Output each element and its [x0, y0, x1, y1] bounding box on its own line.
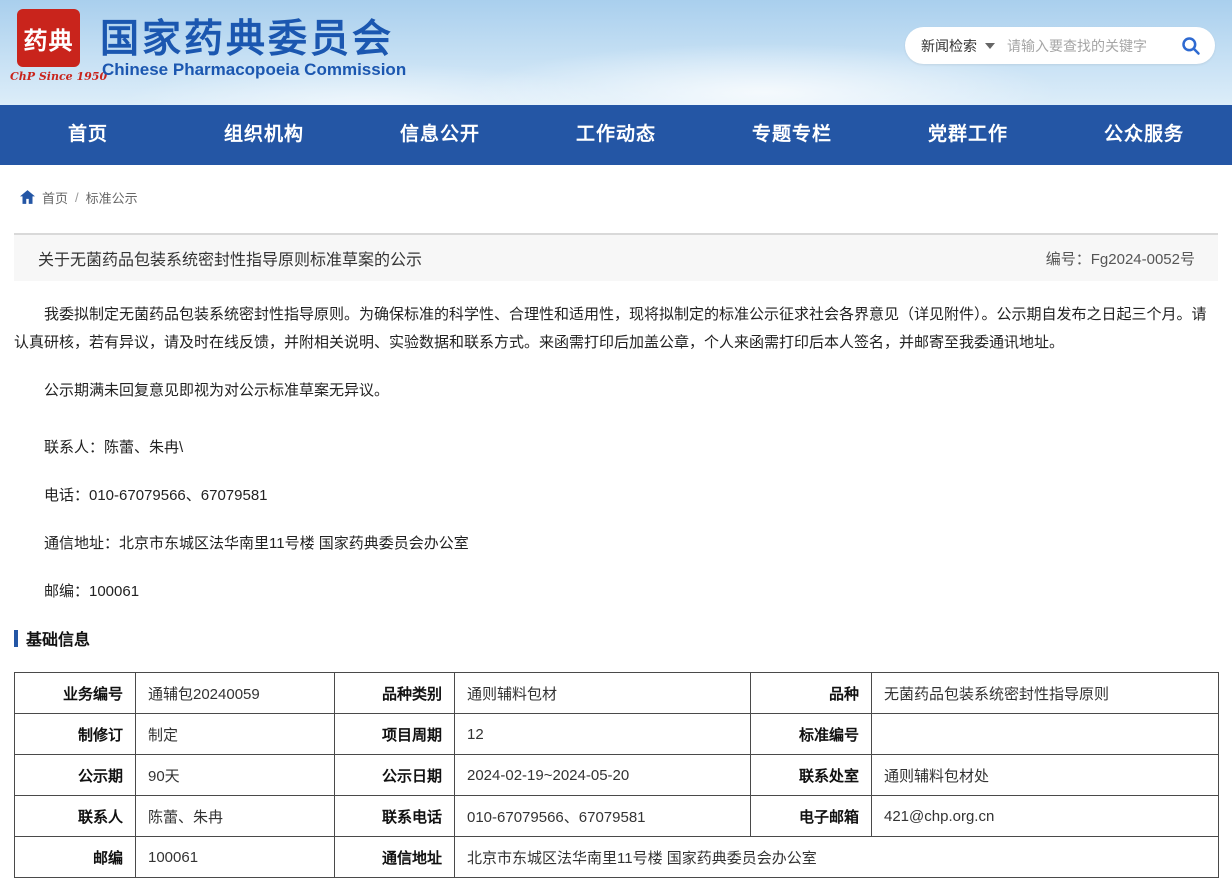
paragraph-postcode: 邮编：100061 [14, 578, 1218, 606]
cell-value-publicity-date: 2024-02-19~2024-05-20 [455, 755, 751, 796]
cell-label-variety: 品种 [751, 673, 872, 714]
chevron-down-icon [985, 43, 995, 49]
table-row: 制修订 制定 项目周期 12 标准编号 [15, 714, 1219, 755]
nav-item-party-work[interactable]: 党群工作 [880, 105, 1056, 165]
cell-value-project-period: 12 [455, 714, 751, 755]
cell-value-variety: 无菌药品包装系统密封性指导原则 [872, 673, 1219, 714]
cell-value-publicity-period: 90天 [136, 755, 335, 796]
cell-value-standard-no [872, 714, 1219, 755]
nav-item-info-disclosure[interactable]: 信息公开 [352, 105, 528, 165]
cell-label-standard-no: 标准编号 [751, 714, 872, 755]
seal-caption: ChP Since 1950 [10, 70, 100, 83]
cell-label-email: 电子邮箱 [751, 796, 872, 837]
cell-value-revision-type: 制定 [136, 714, 335, 755]
cell-label-publicity-date: 公示日期 [335, 755, 455, 796]
cell-value-variety-category: 通则辅料包材 [455, 673, 751, 714]
basic-info-section-header: 基础信息 [14, 626, 1218, 650]
search-input[interactable] [1005, 37, 1175, 55]
nav-item-special-topics[interactable]: 专题专栏 [704, 105, 880, 165]
article-title: 关于无菌药品包装系统密封性指导原则标准草案的公示 [38, 246, 422, 270]
cell-label-business-no: 业务编号 [15, 673, 136, 714]
paragraph-intro: 我委拟制定无菌药品包装系统密封性指导原则。为确保标准的科学性、合理性和适用性，现… [14, 301, 1218, 357]
breadcrumb-current-link[interactable]: 标准公示 [86, 188, 138, 207]
nav-item-public-service[interactable]: 公众服务 [1056, 105, 1232, 165]
paragraph-no-objection: 公示期满未回复意见即视为对公示标准草案无异议。 [14, 377, 1218, 405]
site-title: 国家药典委员会 [100, 8, 394, 64]
paragraph-contact-person: 联系人：陈蕾、朱冉\ [14, 434, 1218, 462]
breadcrumb-home-link[interactable]: 首页 [42, 188, 68, 207]
cell-value-email: 421@chp.org.cn [872, 796, 1219, 837]
article-body: 我委拟制定无菌药品包装系统密封性指导原则。为确保标准的科学性、合理性和适用性，现… [14, 301, 1218, 606]
table-row: 邮编 100061 通信地址 北京市东城区法华南里11号楼 国家药典委员会办公室 [15, 837, 1219, 878]
table-row: 业务编号 通辅包20240059 品种类别 通则辅料包材 品种 无菌药品包装系统… [15, 673, 1219, 714]
paragraph-phone: 电话：010-67079566、67079581 [14, 482, 1218, 510]
cell-label-mail-address: 通信地址 [335, 837, 455, 878]
table-row: 联系人 陈蕾、朱冉 联系电话 010-67079566、67079581 电子邮… [15, 796, 1219, 837]
home-icon [20, 190, 35, 204]
cell-label-revision-type: 制修订 [15, 714, 136, 755]
cell-label-variety-category: 品种类别 [335, 673, 455, 714]
cell-label-contact-phone: 联系电话 [335, 796, 455, 837]
search-category-select[interactable]: 新闻检索 [921, 36, 1005, 56]
cell-label-project-period: 项目周期 [335, 714, 455, 755]
nav-item-home[interactable]: 首页 [0, 105, 176, 165]
site-header: 药典 ChP Since 1950 国家药典委员会 Chinese Pharma… [0, 0, 1232, 105]
site-subtitle: Chinese Pharmacopoeia Commission [102, 60, 406, 80]
cell-value-contact-phone: 010-67079566、67079581 [455, 796, 751, 837]
search-icon [1181, 36, 1201, 56]
nav-item-work-news[interactable]: 工作动态 [528, 105, 704, 165]
cell-label-publicity-period: 公示期 [15, 755, 136, 796]
doc-number: 编号：Fg2024-0052号 [1046, 248, 1195, 269]
search-button[interactable] [1181, 36, 1201, 56]
basic-info-table: 业务编号 通辅包20240059 品种类别 通则辅料包材 品种 无菌药品包装系统… [14, 672, 1219, 878]
cell-label-postcode: 邮编 [15, 837, 136, 878]
section-title-text: 基础信息 [26, 626, 90, 650]
seal-text: 药典 [24, 21, 74, 56]
cell-value-contact-person: 陈蕾、朱冉 [136, 796, 335, 837]
cell-value-mail-address: 北京市东城区法华南里11号楼 国家药典委员会办公室 [455, 837, 1219, 878]
cell-value-postcode: 100061 [136, 837, 335, 878]
cell-value-contact-office: 通则辅料包材处 [872, 755, 1219, 796]
article-title-bar: 关于无菌药品包装系统密封性指导原则标准草案的公示 编号：Fg2024-0052号 [14, 233, 1218, 281]
breadcrumb: 首页 / 标准公示 [0, 165, 1232, 207]
search-bar: 新闻检索 [905, 27, 1215, 64]
paragraph-mail-address: 通信地址：北京市东城区法华南里11号楼 国家药典委员会办公室 [14, 530, 1218, 558]
cell-value-business-no: 通辅包20240059 [136, 673, 335, 714]
chp-seal-logo[interactable]: 药典 [17, 9, 80, 67]
cell-label-contact-person: 联系人 [15, 796, 136, 837]
nav-item-organization[interactable]: 组织机构 [176, 105, 352, 165]
search-category-label: 新闻检索 [921, 36, 977, 56]
cell-label-contact-office: 联系处室 [751, 755, 872, 796]
section-accent-bar [14, 630, 18, 647]
main-nav: 首页 组织机构 信息公开 工作动态 专题专栏 党群工作 公众服务 [0, 105, 1232, 165]
breadcrumb-separator: / [75, 190, 79, 205]
table-row: 公示期 90天 公示日期 2024-02-19~2024-05-20 联系处室 … [15, 755, 1219, 796]
